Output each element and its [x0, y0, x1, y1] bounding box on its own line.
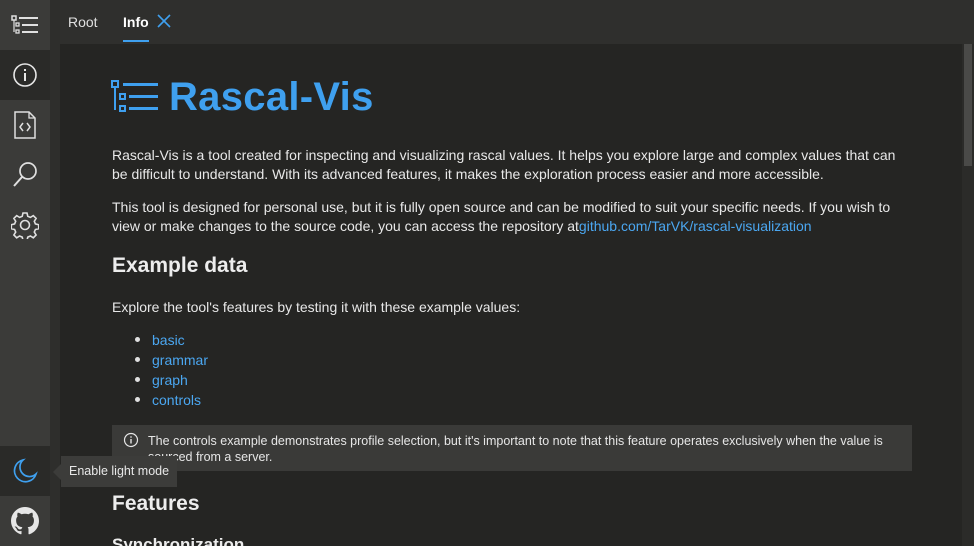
theme-toggle-button[interactable] — [0, 446, 50, 496]
example-list: basic grammar graph controls — [134, 330, 208, 410]
github-icon — [11, 507, 39, 535]
close-icon[interactable] — [156, 13, 172, 29]
tree-list-icon — [11, 15, 38, 34]
settings-button[interactable] — [0, 200, 50, 250]
repo-link[interactable]: github.com/TarVK/rascal-visualization — [579, 218, 812, 234]
example-link-controls[interactable]: controls — [152, 392, 201, 408]
activity-sidebar — [0, 0, 50, 546]
github-button[interactable] — [0, 496, 50, 546]
tab-root[interactable]: Root — [68, 0, 98, 44]
active-tab-indicator — [123, 40, 149, 42]
info-note: The controls example demonstrates profil… — [112, 425, 912, 471]
tab-info[interactable]: Info — [123, 0, 149, 44]
scrollbar-thumb[interactable] — [964, 44, 972, 166]
tree-view-button[interactable] — [0, 0, 50, 50]
search-icon — [13, 162, 37, 187]
logo-icon — [111, 80, 158, 112]
intro-paragraph: Rascal-Vis is a tool created for inspect… — [112, 147, 896, 182]
scrollbar[interactable] — [962, 44, 974, 546]
example-intro: Explore the tool's features by testing i… — [112, 299, 521, 315]
gear-icon — [11, 212, 39, 239]
info-panel: Rascal-Vis Rascal-Vis is a tool created … — [60, 44, 962, 546]
example-link-grammar[interactable]: grammar — [152, 352, 208, 368]
list-item: basic — [134, 330, 208, 350]
synchronization-heading: Synchronization — [112, 535, 245, 546]
code-file-icon — [14, 111, 36, 139]
example-link-basic[interactable]: basic — [152, 332, 185, 348]
theme-tooltip: Enable light mode — [61, 456, 178, 487]
search-button[interactable] — [0, 150, 50, 200]
tab-root-label: Root — [68, 14, 98, 30]
tooltip-arrow — [53, 464, 61, 480]
example-data-heading: Example data — [112, 254, 248, 277]
list-item: graph — [134, 370, 208, 390]
source-paragraph: This tool is designed for personal use, … — [112, 198, 912, 236]
page-title: Rascal-Vis — [169, 74, 374, 119]
page-header: Rascal-Vis — [111, 72, 374, 122]
moon-icon — [13, 458, 38, 483]
features-heading: Features — [112, 492, 200, 515]
tab-info-label: Info — [123, 14, 149, 30]
list-item: grammar — [134, 350, 208, 370]
info-icon — [123, 432, 139, 448]
info-button[interactable] — [0, 50, 50, 100]
info-icon — [13, 63, 37, 87]
tab-bar: Root Info — [60, 0, 974, 44]
note-text: The controls example demonstrates profil… — [148, 434, 883, 464]
example-link-graph[interactable]: graph — [152, 372, 188, 388]
list-item: controls — [134, 390, 208, 410]
source-button[interactable] — [0, 100, 50, 150]
